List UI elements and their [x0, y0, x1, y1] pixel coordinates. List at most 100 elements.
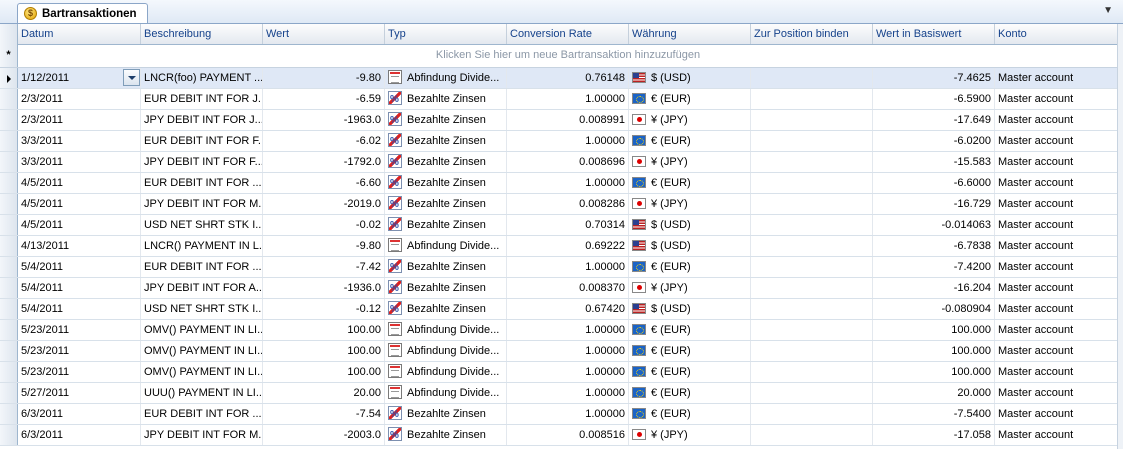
- conversion-rate-cell[interactable]: 1.00000: [507, 257, 629, 277]
- base-value-cell[interactable]: 100.000: [873, 341, 995, 361]
- position-cell[interactable]: [751, 152, 873, 172]
- description-cell[interactable]: EUR DEBIT INT FOR J...: [141, 89, 263, 109]
- base-value-cell[interactable]: -6.0200: [873, 131, 995, 151]
- position-cell[interactable]: [751, 68, 873, 88]
- account-cell[interactable]: Master account: [995, 173, 1118, 193]
- date-cell[interactable]: 3/3/2011: [18, 131, 141, 151]
- position-cell[interactable]: [751, 383, 873, 403]
- table-row[interactable]: 1/12/2011 LNCR(foo) PAYMENT ... -9.80 Abfin…: [0, 68, 1118, 89]
- tab-menu-dropdown-icon[interactable]: ▼: [1103, 5, 1113, 16]
- description-cell[interactable]: OMV() PAYMENT IN LI...: [141, 320, 263, 340]
- description-cell[interactable]: OMV() PAYMENT IN LI...: [141, 341, 263, 361]
- date-cell[interactable]: 5/23/2011: [18, 320, 141, 340]
- base-value-cell[interactable]: -16.729: [873, 194, 995, 214]
- value-cell[interactable]: -6.02: [263, 131, 385, 151]
- date-cell[interactable]: 6/3/2011: [18, 404, 141, 424]
- type-cell[interactable]: Abfindung Divide...: [385, 320, 507, 340]
- currency-cell[interactable]: € (EUR): [629, 341, 751, 361]
- date-cell[interactable]: 5/4/2011: [18, 278, 141, 298]
- conversion-rate-cell[interactable]: 0.008991: [507, 110, 629, 130]
- account-cell[interactable]: Master account: [995, 215, 1118, 235]
- column-header-datum[interactable]: Datum: [18, 24, 141, 44]
- value-cell[interactable]: -6.59: [263, 89, 385, 109]
- date-cell[interactable]: 2/3/2011: [18, 110, 141, 130]
- date-cell[interactable]: 2/3/2011: [18, 89, 141, 109]
- base-value-cell[interactable]: -16.204: [873, 278, 995, 298]
- type-cell[interactable]: Bezahlte Zinsen: [385, 110, 507, 130]
- currency-cell[interactable]: $ (USD): [629, 68, 751, 88]
- type-cell[interactable]: Abfindung Divide...: [385, 236, 507, 256]
- position-cell[interactable]: [751, 194, 873, 214]
- value-cell[interactable]: -6.60: [263, 173, 385, 193]
- row-indicator[interactable]: [0, 131, 18, 151]
- row-indicator[interactable]: [0, 425, 18, 445]
- base-value-cell[interactable]: 100.000: [873, 320, 995, 340]
- date-cell[interactable]: 5/23/2011: [18, 341, 141, 361]
- column-header-basiswert[interactable]: Wert in Basiswert: [873, 24, 995, 44]
- base-value-cell[interactable]: -7.4200: [873, 257, 995, 277]
- currency-cell[interactable]: € (EUR): [629, 131, 751, 151]
- type-cell[interactable]: Bezahlte Zinsen: [385, 257, 507, 277]
- table-row[interactable]: 5/27/2011 UUU() PAYMENT IN LI... 20.00 Abfi…: [0, 383, 1118, 404]
- table-row[interactable]: 5/4/2011 JPY DEBIT INT FOR A... -1936.0 Bez…: [0, 278, 1118, 299]
- conversion-rate-cell[interactable]: 1.00000: [507, 173, 629, 193]
- description-cell[interactable]: EUR DEBIT INT FOR F...: [141, 131, 263, 151]
- currency-cell[interactable]: € (EUR): [629, 362, 751, 382]
- account-cell[interactable]: Master account: [995, 383, 1118, 403]
- position-cell[interactable]: [751, 341, 873, 361]
- type-cell[interactable]: Bezahlte Zinsen: [385, 278, 507, 298]
- row-indicator[interactable]: [0, 362, 18, 382]
- date-cell[interactable]: 4/13/2011: [18, 236, 141, 256]
- table-row[interactable]: 5/4/2011 USD NET SHRT STK I... -0.12 Bezahl…: [0, 299, 1118, 320]
- conversion-rate-cell[interactable]: 0.008516: [507, 425, 629, 445]
- description-cell[interactable]: UUU() PAYMENT IN LI...: [141, 383, 263, 403]
- account-cell[interactable]: Master account: [995, 362, 1118, 382]
- conversion-rate-cell[interactable]: 0.67420: [507, 299, 629, 319]
- description-cell[interactable]: JPY DEBIT INT FOR J...: [141, 110, 263, 130]
- value-cell[interactable]: -1792.0: [263, 152, 385, 172]
- row-indicator[interactable]: [0, 320, 18, 340]
- description-cell[interactable]: LNCR(foo) PAYMENT ...: [141, 68, 263, 88]
- base-value-cell[interactable]: 100.000: [873, 362, 995, 382]
- currency-cell[interactable]: ¥ (JPY): [629, 152, 751, 172]
- conversion-rate-cell[interactable]: 0.70314: [507, 215, 629, 235]
- currency-cell[interactable]: € (EUR): [629, 320, 751, 340]
- currency-cell[interactable]: ¥ (JPY): [629, 110, 751, 130]
- currency-cell[interactable]: ¥ (JPY): [629, 425, 751, 445]
- row-indicator[interactable]: [0, 89, 18, 109]
- currency-cell[interactable]: $ (USD): [629, 236, 751, 256]
- base-value-cell[interactable]: -0.080904: [873, 299, 995, 319]
- value-cell[interactable]: 100.00: [263, 320, 385, 340]
- conversion-rate-cell[interactable]: 0.69222: [507, 236, 629, 256]
- value-cell[interactable]: -2003.0: [263, 425, 385, 445]
- date-cell[interactable]: 5/4/2011: [18, 257, 141, 277]
- base-value-cell[interactable]: -7.5400: [873, 404, 995, 424]
- description-cell[interactable]: EUR DEBIT INT FOR ...: [141, 404, 263, 424]
- conversion-rate-cell[interactable]: 0.008286: [507, 194, 629, 214]
- value-cell[interactable]: -1963.0: [263, 110, 385, 130]
- type-cell[interactable]: Bezahlte Zinsen: [385, 299, 507, 319]
- account-cell[interactable]: Master account: [995, 236, 1118, 256]
- base-value-cell[interactable]: -6.6000: [873, 173, 995, 193]
- position-cell[interactable]: [751, 299, 873, 319]
- value-cell[interactable]: -9.80: [263, 68, 385, 88]
- table-row[interactable]: 3/3/2011 EUR DEBIT INT FOR F... -6.02 Bezah…: [0, 131, 1118, 152]
- tab-bartransaktionen[interactable]: $ Bartransaktionen: [17, 3, 148, 23]
- row-indicator[interactable]: [0, 68, 18, 88]
- account-cell[interactable]: Master account: [995, 299, 1118, 319]
- type-cell[interactable]: Abfindung Divide...: [385, 68, 507, 88]
- date-cell[interactable]: 5/4/2011: [18, 299, 141, 319]
- position-cell[interactable]: [751, 362, 873, 382]
- conversion-rate-cell[interactable]: 1.00000: [507, 383, 629, 403]
- value-cell[interactable]: -0.02: [263, 215, 385, 235]
- description-cell[interactable]: JPY DEBIT INT FOR A...: [141, 278, 263, 298]
- description-cell[interactable]: LNCR() PAYMENT IN L...: [141, 236, 263, 256]
- value-cell[interactable]: -7.42: [263, 257, 385, 277]
- row-indicator[interactable]: [0, 278, 18, 298]
- position-cell[interactable]: [751, 257, 873, 277]
- date-cell[interactable]: 5/23/2011: [18, 362, 141, 382]
- value-cell[interactable]: -7.54: [263, 404, 385, 424]
- date-cell[interactable]: 6/3/2011: [18, 425, 141, 445]
- date-cell[interactable]: 4/5/2011: [18, 194, 141, 214]
- description-cell[interactable]: JPY DEBIT INT FOR M...: [141, 425, 263, 445]
